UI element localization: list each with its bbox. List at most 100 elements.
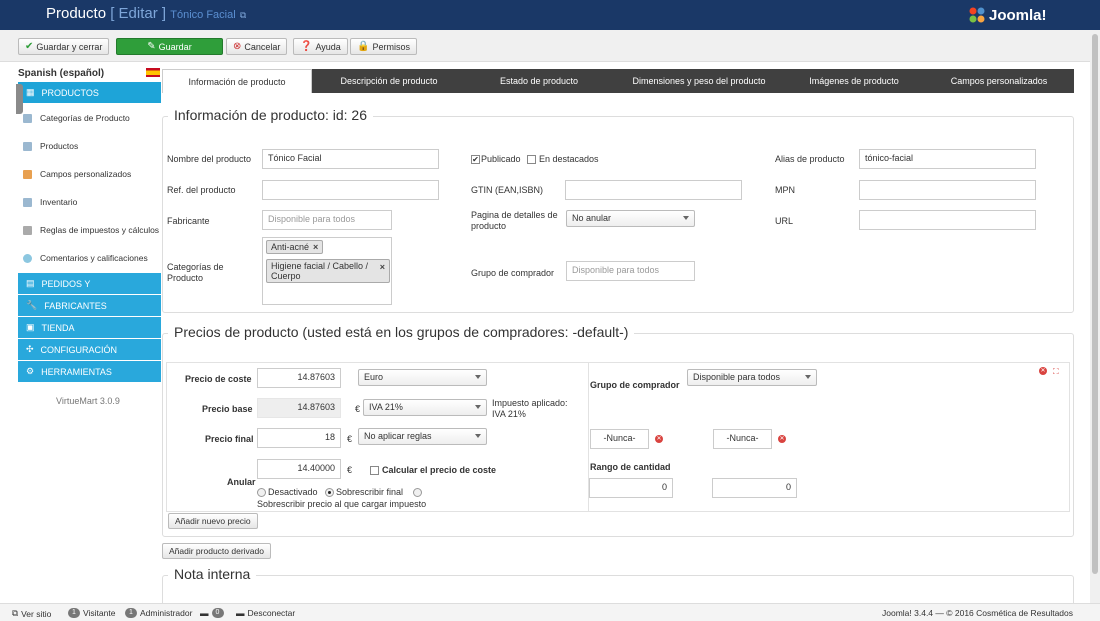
tab-product-images[interactable]: Imágenes de producto bbox=[784, 69, 924, 93]
buyer-group-select[interactable]: Disponible para todos bbox=[566, 261, 695, 281]
admins-label: Administrador bbox=[140, 608, 193, 618]
prices-legend: Precios de producto (usted está en los g… bbox=[168, 324, 635, 340]
sidebar-section-orders[interactable]: ▤ PEDIDOS Y bbox=[18, 273, 161, 294]
end-date-input[interactable]: -Nunca- bbox=[713, 429, 772, 449]
qty-to-input[interactable]: 0 bbox=[712, 478, 797, 498]
url-input[interactable] bbox=[859, 210, 1036, 230]
final-price-input[interactable]: 18 bbox=[257, 428, 341, 448]
rules-select[interactable]: No aplicar reglas bbox=[358, 428, 487, 445]
edit-icon: ✎ bbox=[147, 41, 156, 52]
price-buyer-group-value: Disponible para todos bbox=[693, 372, 781, 382]
remove-tag-icon[interactable]: × bbox=[380, 262, 385, 272]
start-date-input[interactable]: -Nunca- bbox=[590, 429, 649, 449]
page-title-text: Producto bbox=[46, 5, 107, 22]
tab-product-info[interactable]: Información de producto bbox=[162, 69, 312, 93]
save-close-label: Guardar y cerrar bbox=[36, 41, 103, 52]
override-pre-tax-radio[interactable] bbox=[413, 488, 422, 497]
joomla-logo[interactable]: Joomla! bbox=[968, 5, 1047, 25]
ref-label: Ref. del producto bbox=[167, 185, 236, 195]
override-price-input[interactable]: 14.40000 bbox=[257, 459, 341, 479]
sidebar-section-store[interactable]: ▣ TIENDA bbox=[18, 317, 161, 338]
product-name-input[interactable]: Tónico Facial bbox=[262, 149, 439, 169]
sidebar: Spanish (español) ▦ PRODUCTOS Categorías… bbox=[0, 62, 162, 602]
store-icon: ▣ bbox=[26, 322, 35, 332]
base-price-value: 14.87603 bbox=[257, 398, 341, 418]
tax-value: IVA 21% bbox=[369, 402, 403, 412]
sidebar-item-label: Reglas de impuestos y cálculos bbox=[40, 224, 160, 235]
override-disabled-radio[interactable] bbox=[257, 488, 266, 497]
detail-page-select[interactable]: No anular bbox=[566, 210, 695, 227]
sidebar-section-label: PEDIDOS Y bbox=[41, 278, 91, 289]
save-close-button[interactable]: ✔ Guardar y cerrar bbox=[18, 38, 110, 55]
euro-sign: € bbox=[355, 404, 361, 414]
url-label: URL bbox=[775, 216, 794, 226]
add-derived-product-button[interactable]: Añadir producto derivado bbox=[162, 543, 271, 559]
external-link-icon[interactable]: ⧉ bbox=[240, 10, 246, 20]
rules-value: No aplicar reglas bbox=[364, 431, 432, 441]
custom-fields-icon bbox=[23, 169, 32, 179]
ref-input[interactable] bbox=[262, 180, 439, 200]
tab-custom-fields[interactable]: Campos personalizados bbox=[924, 69, 1074, 93]
featured-checkbox[interactable] bbox=[527, 155, 536, 164]
tab-dimensions-weight[interactable]: Dimensiones y peso del producto bbox=[614, 69, 784, 93]
check-icon: ✔ bbox=[25, 41, 34, 52]
sidebar-section-tools[interactable]: ⚙ HERRAMIENTAS bbox=[18, 361, 161, 382]
sidebar-section-productos[interactable]: ▦ PRODUCTOS bbox=[18, 82, 161, 103]
gear-icon: ⚙ bbox=[26, 366, 35, 376]
cancel-icon: ⊗ bbox=[233, 41, 242, 52]
currency-select[interactable]: Euro bbox=[358, 369, 487, 386]
gtin-input[interactable] bbox=[565, 180, 742, 200]
sidebar-collapse-handle[interactable] bbox=[16, 84, 23, 114]
cancel-button[interactable]: ⊗ Cancelar bbox=[226, 38, 288, 55]
logout-link[interactable]: ▬ Desconectar bbox=[236, 608, 295, 618]
alias-input[interactable]: tónico-facial bbox=[859, 149, 1036, 169]
calc-cost-checkbox[interactable] bbox=[370, 466, 379, 475]
move-price-icon[interactable]: ⛶ bbox=[1053, 366, 1059, 377]
messages-status[interactable]: ▬ 0 bbox=[200, 608, 224, 618]
product-name-link[interactable]: Tónico Facial bbox=[170, 9, 235, 21]
sidebar-section-manufacturers[interactable]: 🔧 FABRICANTES bbox=[18, 295, 161, 316]
sidebar-item-tax-rules[interactable]: Reglas de impuestos y cálculos bbox=[18, 216, 161, 244]
price-buyer-group-select[interactable]: Disponible para todos bbox=[687, 369, 817, 386]
inventory-icon bbox=[23, 197, 32, 207]
add-price-button[interactable]: Añadir nuevo precio bbox=[168, 513, 258, 529]
sidebar-item-categories[interactable]: Categorías de Producto bbox=[18, 104, 161, 132]
remove-price-icon[interactable]: ✕ bbox=[1039, 367, 1047, 375]
euro-sign: € bbox=[347, 465, 353, 475]
sidebar-section-label: CONFIGURACIÓN bbox=[40, 344, 118, 355]
clear-end-date-icon[interactable]: ✕ bbox=[778, 435, 786, 443]
remove-tag-icon[interactable]: × bbox=[313, 242, 318, 252]
scrollbar-thumb[interactable] bbox=[1092, 34, 1098, 574]
external-link-icon: ⧉ bbox=[12, 608, 19, 618]
featured-label: En destacados bbox=[539, 154, 599, 164]
tab-product-status[interactable]: Estado de producto bbox=[464, 69, 614, 93]
qty-from-input[interactable]: 0 bbox=[589, 478, 673, 498]
published-checkbox[interactable]: ✔ bbox=[471, 155, 480, 164]
save-button[interactable]: ✎ Guardar bbox=[116, 38, 223, 55]
sidebar-item-products[interactable]: Productos bbox=[18, 132, 161, 160]
qty-range-label: Rango de cantidad bbox=[590, 462, 671, 472]
view-site-link[interactable]: ⧉ Ver sitio bbox=[12, 608, 51, 619]
config-icon: ✣ bbox=[26, 344, 34, 354]
sidebar-item-reviews[interactable]: Comentarios y calificaciones bbox=[18, 244, 161, 272]
wrench-icon: 🔧 bbox=[26, 300, 38, 310]
sidebar-item-inventory[interactable]: Inventario bbox=[18, 188, 161, 216]
manufacturer-select[interactable]: Disponible para todos bbox=[262, 210, 392, 230]
clear-start-date-icon[interactable]: ✕ bbox=[655, 435, 663, 443]
category-tag-label: Higiene facial / Cabello / Cuerpo bbox=[271, 261, 369, 281]
admin-header: Producto [ Editar ] Tónico Facial ⧉ Joom… bbox=[0, 0, 1100, 30]
sidebar-item-custom-fields[interactable]: Campos personalizados bbox=[18, 160, 161, 188]
cost-price-input[interactable]: 14.87603 bbox=[257, 368, 341, 388]
tax-applied-text: Impuesto aplicado: IVA 21% bbox=[492, 398, 568, 419]
tab-product-description[interactable]: Descripción de producto bbox=[314, 69, 464, 93]
mpn-input[interactable] bbox=[859, 180, 1036, 200]
help-button[interactable]: ❓ Ayuda bbox=[293, 38, 348, 55]
override-final-radio[interactable] bbox=[325, 488, 334, 497]
permissions-button[interactable]: 🔒 Permisos bbox=[350, 38, 417, 55]
visitors-count-badge: 1 bbox=[68, 608, 80, 618]
tax-select[interactable]: IVA 21% bbox=[363, 399, 487, 416]
page-scrollbar[interactable] bbox=[1090, 30, 1100, 603]
sidebar-section-configuration[interactable]: ✣ CONFIGURACIÓN bbox=[18, 339, 161, 360]
logout-label: Desconectar bbox=[247, 608, 296, 618]
calculator-icon bbox=[23, 225, 32, 235]
